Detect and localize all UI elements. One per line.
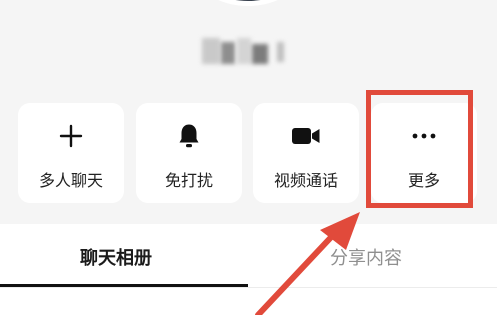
do-not-disturb-button[interactable]: 免打扰 [136,103,242,203]
bell-icon [136,121,242,151]
do-not-disturb-label: 免打扰 [164,171,213,190]
video-call-label: 视频通话 [273,171,338,190]
video-call-button[interactable]: 视频通话 [253,103,359,203]
tab-divider [0,287,497,288]
tab-shared-content[interactable]: 分享内容 [330,244,402,270]
video-camera-icon [253,121,359,151]
avatar[interactable] [200,0,296,6]
group-chat-button[interactable]: 多人聊天 [18,103,124,203]
group-chat-label: 多人聊天 [38,171,103,190]
blurred-username [197,30,297,76]
tab-chat-album[interactable]: 聊天相册 [80,244,152,270]
plus-icon [18,121,124,151]
tab-bar: 聊天相册 分享内容 [0,224,497,315]
highlight-box [366,90,473,208]
